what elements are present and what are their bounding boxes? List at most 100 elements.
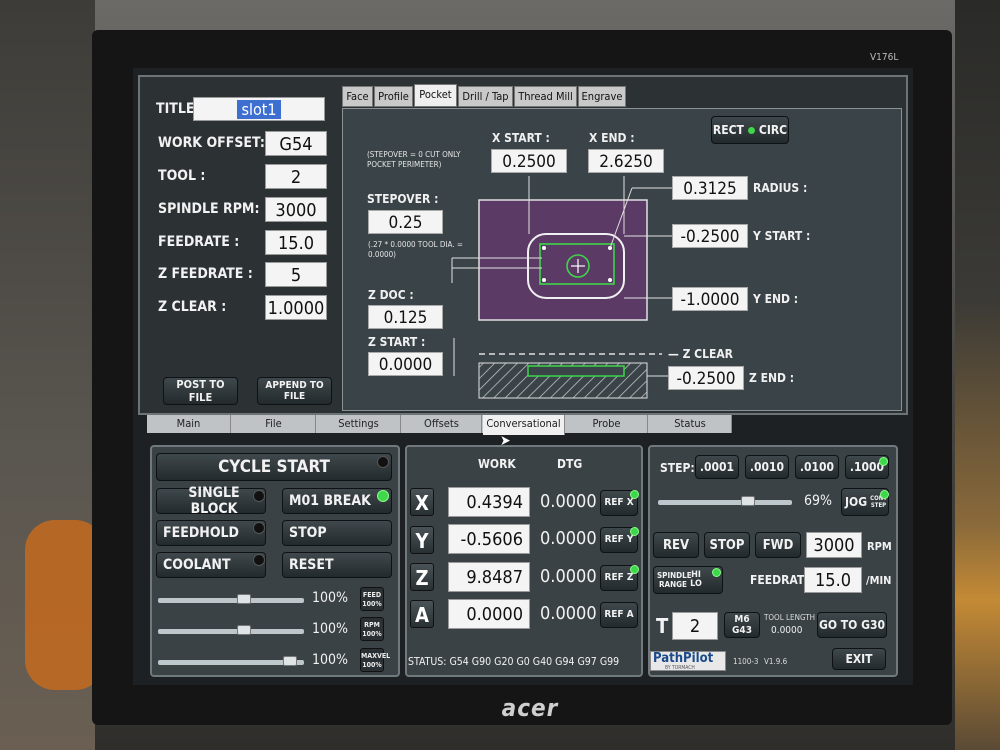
z-clear-field[interactable]: 1.0000	[265, 295, 327, 320]
tab-engrave[interactable]: Engrave	[578, 86, 626, 107]
ref-a-button[interactable]: REF A	[600, 602, 638, 628]
main-tab-main[interactable]: Main	[147, 415, 231, 433]
pathpilot-logo-text: PathPilot	[653, 651, 714, 666]
z-start-field[interactable]: 0.0000	[368, 352, 443, 376]
stop-button[interactable]: STOP	[282, 520, 392, 546]
post-to-file-button[interactable]: POST TO FILE	[163, 377, 238, 405]
circ-option: CIRC	[758, 123, 788, 137]
coolant-button[interactable]: COOLANT	[156, 552, 266, 578]
feedrate-label: FEEDRATE :	[158, 234, 240, 250]
feed-override-knob[interactable]	[237, 594, 252, 604]
maxvel-override-reset-button[interactable]: MAXVEL 100%	[360, 648, 390, 672]
ref-x-led	[630, 490, 639, 499]
dro-y-work[interactable]: -0.5606	[448, 524, 530, 554]
step-0010-button[interactable]: .0010	[745, 455, 789, 479]
feedhold-button[interactable]: FEEDHOLD	[156, 520, 266, 546]
main-tab-offsets[interactable]: Offsets	[402, 415, 482, 433]
tool-field[interactable]: 2	[265, 164, 327, 189]
feed-override-value: 100%	[312, 590, 349, 606]
jog-speed-knob[interactable]	[740, 496, 755, 506]
axis-a-button[interactable]: A	[410, 600, 434, 628]
spindle-rpm-field[interactable]: 3000	[265, 197, 327, 222]
coolant-led	[253, 554, 265, 566]
tab-thread-mill[interactable]: Thread Mill	[514, 86, 577, 107]
dro-a-work[interactable]: 0.0000	[448, 599, 530, 629]
spindle-rpm-label: SPINDLE RPM:	[158, 201, 260, 217]
append-to-file-button[interactable]: APPEND TO FILE	[257, 377, 332, 405]
axis-x-button[interactable]: X	[410, 488, 434, 516]
x-end-field[interactable]: 2.6250	[588, 149, 664, 173]
tab-drill-tap[interactable]: Drill / Tap	[458, 86, 513, 107]
y-start-field[interactable]: -0.2500	[672, 224, 748, 248]
spindle-rev-button[interactable]: REV	[653, 532, 699, 558]
step-0100-button[interactable]: .0100	[795, 455, 839, 479]
cycle-start-button[interactable]: CYCLE START	[156, 453, 392, 481]
m6-g43-button[interactable]: M6 G43	[724, 612, 760, 638]
spindle-rpm-field[interactable]: 3000	[806, 532, 862, 558]
feed-override-slider[interactable]	[158, 598, 304, 603]
tab-profile[interactable]: Profile	[374, 86, 413, 107]
y-end-field[interactable]: -1.0000	[672, 287, 748, 311]
z-start-label: Z START :	[368, 335, 426, 349]
rpm-override-knob[interactable]	[237, 625, 252, 635]
tool-number-field[interactable]: 2	[672, 612, 718, 640]
z-doc-field[interactable]: 0.125	[368, 305, 443, 329]
rpm-override-slider[interactable]	[158, 629, 304, 634]
rect-circ-toggle[interactable]: RECT CIRC	[711, 116, 789, 144]
work-offset-field[interactable]: G54	[265, 131, 327, 156]
axis-y-button[interactable]: Y	[410, 526, 434, 554]
main-tab-file[interactable]: File	[232, 415, 316, 433]
main-tab-probe[interactable]: Probe	[566, 415, 648, 433]
tab-face[interactable]: Face	[342, 86, 373, 107]
y-end-label: Y END :	[753, 292, 799, 306]
title-input[interactable]: slot1	[193, 97, 325, 121]
m01-break-led	[377, 490, 389, 502]
axis-z-button[interactable]: Z	[410, 563, 434, 591]
m01-break-button[interactable]: M01 BREAK	[282, 488, 392, 514]
jog-speed-slider[interactable]	[658, 500, 792, 505]
ref-y-led	[630, 527, 639, 536]
dro-z-work[interactable]: 9.8487	[448, 562, 530, 592]
step-0001-button[interactable]: .0001	[695, 455, 739, 479]
x-start-field[interactable]: 0.2500	[491, 149, 567, 173]
go-to-g30-button[interactable]: GO TO G30	[817, 612, 887, 638]
dro-x-dtg: 0.0000	[540, 491, 597, 512]
z-clear-label: Z CLEAR :	[158, 299, 227, 315]
stepover-note: (STEPOVER = 0 CUT ONLY POCKET PERIMETER)	[367, 150, 461, 169]
dro-x-work[interactable]: 0.4394	[448, 487, 530, 517]
reset-button[interactable]: RESET	[282, 552, 392, 578]
monitor-model: V176L	[870, 52, 899, 63]
feedrate-field[interactable]: 15.0	[265, 230, 327, 255]
z-end-label: Z END :	[749, 371, 795, 385]
main-tab-status[interactable]: Status	[649, 415, 732, 433]
main-tab-conversational[interactable]: Conversational	[483, 415, 565, 435]
spindle-feedrate-field[interactable]: 15.0	[804, 567, 862, 593]
dtg-header: DTG	[557, 457, 583, 471]
tab-pocket[interactable]: Pocket	[414, 84, 457, 107]
z-feedrate-field[interactable]: 5	[265, 262, 327, 287]
background-right	[955, 0, 1000, 750]
stepover-field[interactable]: 0.25	[368, 210, 443, 234]
z-end-field[interactable]: -0.2500	[668, 366, 744, 390]
software-version-label: V1.9.6	[764, 657, 788, 666]
spindle-range-led	[712, 568, 721, 577]
spindle-stop-button[interactable]: STOP	[704, 532, 750, 558]
rpm-override-reset-button[interactable]: RPM 100%	[360, 617, 384, 641]
pathpilot-logo: PathPilot BY TORMACH	[650, 651, 726, 671]
spindle-fwd-button[interactable]: FWD	[755, 532, 801, 558]
spindle-jog-panel	[648, 445, 898, 677]
stepover-label: STEPOVER :	[367, 192, 439, 206]
single-block-button[interactable]: SINGLE BLOCK	[156, 485, 266, 517]
exit-button[interactable]: EXIT	[832, 648, 886, 670]
radius-field[interactable]: 0.3125	[672, 176, 748, 200]
feed-override-reset-button[interactable]: FEED 100%	[360, 587, 384, 611]
machine-model-label: 1100-3	[733, 657, 759, 666]
dro-panel	[405, 445, 643, 677]
monitor-brand-logo: acer	[501, 694, 559, 722]
maxvel-override-slider[interactable]	[158, 660, 304, 665]
step-label: STEP:	[660, 461, 695, 475]
tool-length-value: 0.0000	[771, 625, 803, 636]
tool-t-label: T	[656, 614, 669, 638]
main-tab-settings[interactable]: Settings	[317, 415, 401, 433]
maxvel-override-knob[interactable]	[283, 656, 298, 666]
